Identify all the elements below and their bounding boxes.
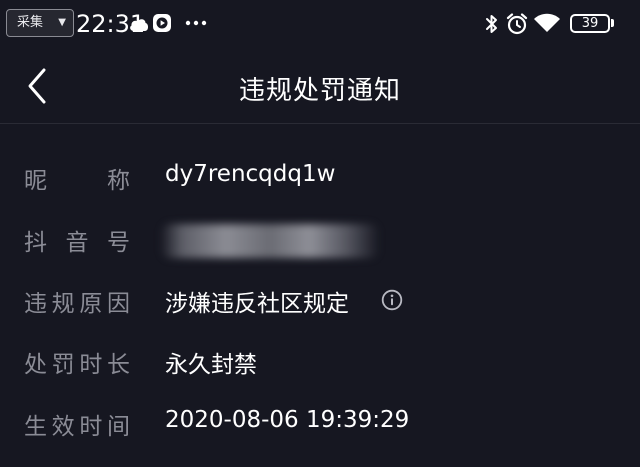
label-char: 抖 bbox=[24, 230, 47, 256]
douyin-id-blurred-value bbox=[160, 224, 380, 258]
effective-time-label: 生 效 时 间 bbox=[24, 407, 130, 441]
row-violation-reason: 违 规 原 因 涉嫌违反社区规定 bbox=[0, 280, 640, 324]
penalty-duration-value: 永久封禁 bbox=[165, 352, 257, 378]
label-char: 规 bbox=[51, 291, 75, 317]
label-char: 长 bbox=[106, 352, 130, 378]
label-char: 间 bbox=[106, 414, 130, 440]
caret-down-icon: ▼ bbox=[58, 17, 66, 28]
nav-bar: 违规处罚通知 bbox=[0, 50, 640, 123]
info-icon[interactable] bbox=[381, 289, 403, 311]
row-nickname: 昵 称 dy7rencqdq1w bbox=[0, 157, 640, 201]
effective-time-value: 2020-08-06 19:39:29 bbox=[165, 407, 410, 433]
row-douyin-id: 抖 音 号 bbox=[0, 219, 640, 263]
label-char: 原 bbox=[79, 291, 103, 317]
bluetooth-icon bbox=[486, 15, 497, 33]
label-char: 因 bbox=[106, 291, 130, 317]
label-char: 处 bbox=[24, 352, 47, 378]
battery-level: 39 bbox=[581, 16, 599, 31]
violation-reason-label: 违 规 原 因 bbox=[24, 284, 130, 318]
row-penalty-duration: 处 罚 时 长 永久封禁 bbox=[0, 341, 640, 385]
row-effective-time: 生 效 时 间 2020-08-06 19:39:29 bbox=[0, 403, 640, 447]
nickname-label: 昵 称 bbox=[24, 161, 130, 195]
battery-icon: 39 bbox=[570, 14, 610, 33]
header-divider bbox=[0, 123, 640, 124]
status-bar: 采集 ▼ 22:31 39 bbox=[0, 0, 640, 50]
cloud-icon bbox=[130, 19, 149, 31]
wifi-icon bbox=[534, 13, 560, 32]
battery-tip bbox=[611, 19, 614, 27]
label-char: 时 bbox=[79, 352, 103, 378]
label-char: 时 bbox=[79, 414, 103, 440]
play-icon bbox=[153, 14, 171, 32]
more-dots-icon bbox=[185, 20, 207, 26]
label-char: 生 bbox=[24, 414, 47, 440]
label-char: 效 bbox=[51, 414, 75, 440]
label-char: 罚 bbox=[51, 352, 75, 378]
nickname-value: dy7rencqdq1w bbox=[165, 161, 336, 187]
label-char: 号 bbox=[107, 230, 130, 256]
collect-label: 采集 bbox=[17, 15, 44, 30]
douyin-id-label: 抖 音 号 bbox=[24, 223, 130, 257]
page-title: 违规处罚通知 bbox=[238, 76, 401, 106]
penalty-duration-label: 处 罚 时 长 bbox=[24, 345, 130, 379]
collect-dropdown[interactable]: 采集 ▼ bbox=[6, 9, 74, 37]
violation-reason-value: 涉嫌违反社区规定 bbox=[165, 291, 349, 317]
label-char: 音 bbox=[65, 230, 89, 256]
alarm-icon bbox=[506, 13, 528, 35]
label-char: 昵 bbox=[24, 168, 47, 194]
label-char: 违 bbox=[24, 291, 47, 317]
label-char: 称 bbox=[107, 168, 130, 194]
